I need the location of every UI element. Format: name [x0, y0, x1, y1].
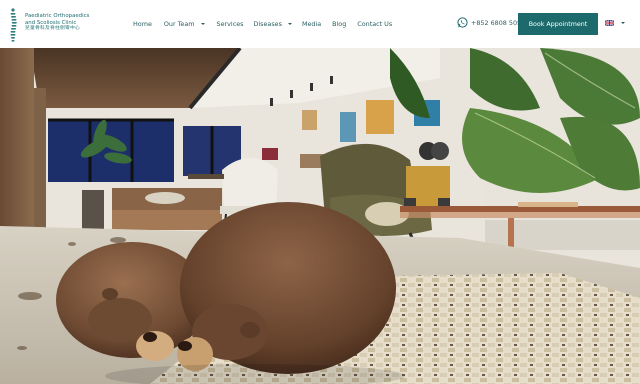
clinic-name-line1: Paediatric Orthopaedics: [25, 13, 90, 19]
nav-home-label: Home: [133, 20, 152, 28]
nav-blog[interactable]: Blog: [332, 20, 346, 28]
nav-contact-us[interactable]: Contact Us: [357, 20, 392, 28]
nav-our-team[interactable]: Our Team: [164, 20, 205, 28]
nav-home[interactable]: Home: [133, 20, 152, 28]
clinic-name-chinese: 兒童骨科及脊柱側彎中心: [25, 26, 80, 32]
clinic-logo[interactable]: Paediatric Orthopaedics and Scoliosis Cl…: [8, 7, 118, 43]
nav-services-label: Services: [216, 20, 244, 28]
clinic-name: Paediatric Orthopaedics and Scoliosis Cl…: [25, 13, 120, 33]
language-selector[interactable]: [605, 20, 625, 26]
hero-banner: [0, 48, 640, 384]
nav-blog-label: Blog: [332, 20, 347, 28]
book-appointment-button[interactable]: Book Appointment: [518, 13, 598, 35]
nav-diseases[interactable]: Diseases: [253, 20, 292, 28]
whatsapp-phone-link[interactable]: +852 6808 5058: [457, 17, 525, 28]
chevron-down-icon: [200, 23, 205, 25]
nav-contact-us-label: Contact Us: [357, 20, 393, 28]
nav-media-label: Media: [301, 20, 322, 28]
nav-services[interactable]: Services: [217, 20, 244, 28]
spine-logo-icon: [10, 8, 17, 42]
main-nav: Home Our Team Services Diseases Media Bl…: [133, 18, 392, 30]
nav-our-team-label: Our Team: [163, 20, 195, 28]
site-header: Paediatric Orthopaedics and Scoliosis Cl…: [0, 0, 640, 48]
hero-image: [0, 48, 640, 384]
nav-diseases-label: Diseases: [253, 20, 282, 28]
chevron-down-icon: [621, 22, 625, 24]
nav-media[interactable]: Media: [302, 20, 321, 28]
chevron-down-icon: [287, 23, 292, 25]
uk-flag-icon: [605, 20, 614, 26]
whatsapp-icon: [457, 17, 468, 28]
